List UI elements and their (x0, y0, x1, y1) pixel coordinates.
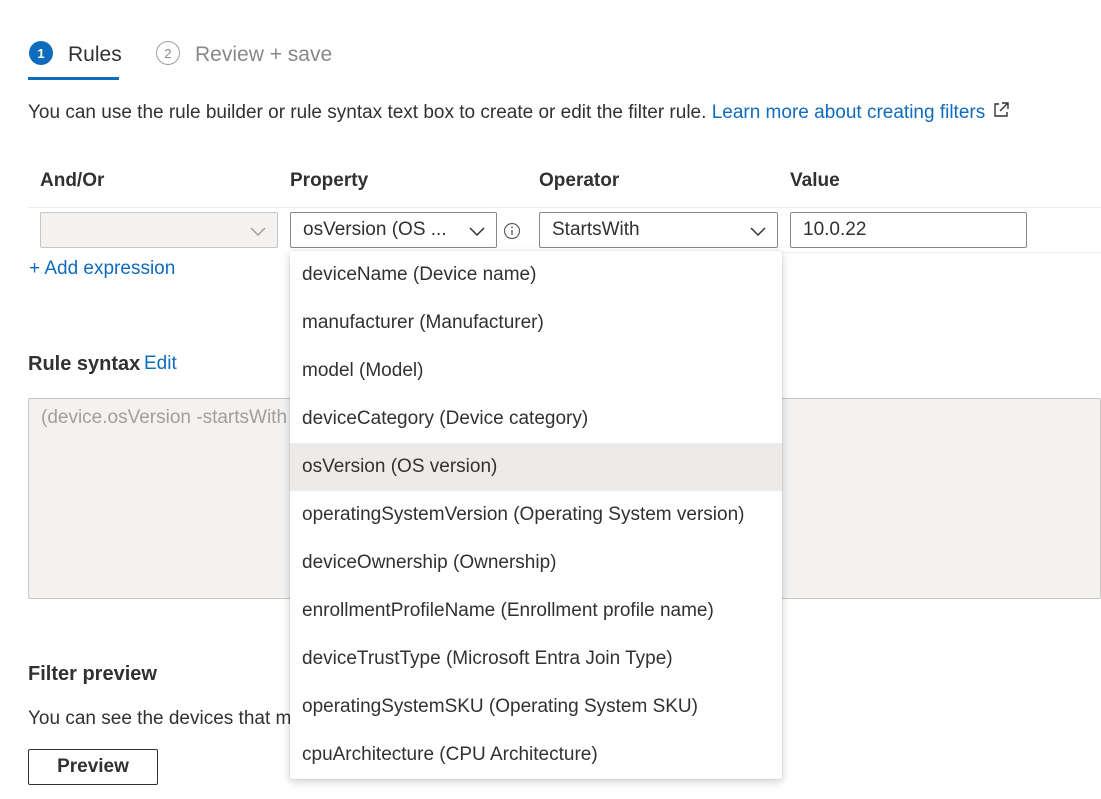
option-operating-system-sku[interactable]: operatingSystemSKU (Operating System SKU… (290, 683, 782, 731)
info-icon[interactable] (503, 222, 521, 240)
value-text: 10.0.22 (803, 219, 867, 240)
operator-value: StartsWith (552, 219, 640, 240)
option-cpu-architecture[interactable]: cpuArchitecture (CPU Architecture) (290, 731, 782, 779)
filter-preview-text: You can see the devices that m (28, 708, 292, 729)
option-device-name[interactable]: deviceName (Device name) (290, 251, 782, 299)
rule-syntax-title: Rule syntax (28, 353, 141, 375)
description-text: You can use the rule builder or rule syn… (28, 102, 707, 123)
chevron-down-icon (250, 227, 266, 237)
add-expression-link[interactable]: + Add expression (29, 258, 175, 280)
and-or-dropdown[interactable] (40, 212, 278, 248)
tab-review-save[interactable]: Review + save (195, 43, 332, 67)
value-header: Value (790, 170, 840, 191)
preview-button[interactable]: Preview (28, 749, 158, 785)
tab-rules[interactable]: Rules (68, 43, 122, 67)
learn-more-link[interactable]: Learn more about creating filters (712, 102, 986, 123)
option-device-category[interactable]: deviceCategory (Device category) (290, 395, 782, 443)
option-device-trust-type[interactable]: deviceTrustType (Microsoft Entra Join Ty… (290, 635, 782, 683)
external-link-icon[interactable] (991, 100, 1011, 126)
option-manufacturer[interactable]: manufacturer (Manufacturer) (290, 299, 782, 347)
rule-syntax-text: (device.osVersion -startsWith (41, 407, 288, 428)
active-step-indicator (28, 77, 119, 80)
option-device-ownership[interactable]: deviceOwnership (Ownership) (290, 539, 782, 587)
step-2-circle: 2 (156, 41, 180, 65)
and-or-header: And/Or (40, 170, 105, 191)
chevron-down-icon (469, 227, 485, 237)
operator-header: Operator (539, 170, 620, 191)
property-dropdown[interactable]: osVersion (OS ... (290, 212, 497, 248)
property-header: Property (290, 170, 369, 191)
step-1-circle: 1 (29, 41, 53, 65)
option-operating-system-version[interactable]: operatingSystemVersion (Operating System… (290, 491, 782, 539)
option-os-version[interactable]: osVersion (OS version) (290, 443, 782, 491)
option-enrollment-profile-name[interactable]: enrollmentProfileName (Enrollment profil… (290, 587, 782, 635)
chevron-down-icon (750, 227, 766, 237)
rule-syntax-edit-link[interactable]: Edit (144, 353, 177, 375)
header-divider (28, 207, 1101, 208)
option-model[interactable]: model (Model) (290, 347, 782, 395)
row-divider (782, 252, 1101, 253)
description: You can use the rule builder or rule syn… (28, 100, 1011, 126)
value-input[interactable]: 10.0.22 (790, 212, 1027, 248)
property-options-list: deviceName (Device name) manufacturer (M… (290, 251, 782, 779)
operator-dropdown[interactable]: StartsWith (539, 212, 778, 248)
property-value: osVersion (OS ... (303, 219, 447, 240)
filter-preview-title: Filter preview (28, 663, 157, 685)
